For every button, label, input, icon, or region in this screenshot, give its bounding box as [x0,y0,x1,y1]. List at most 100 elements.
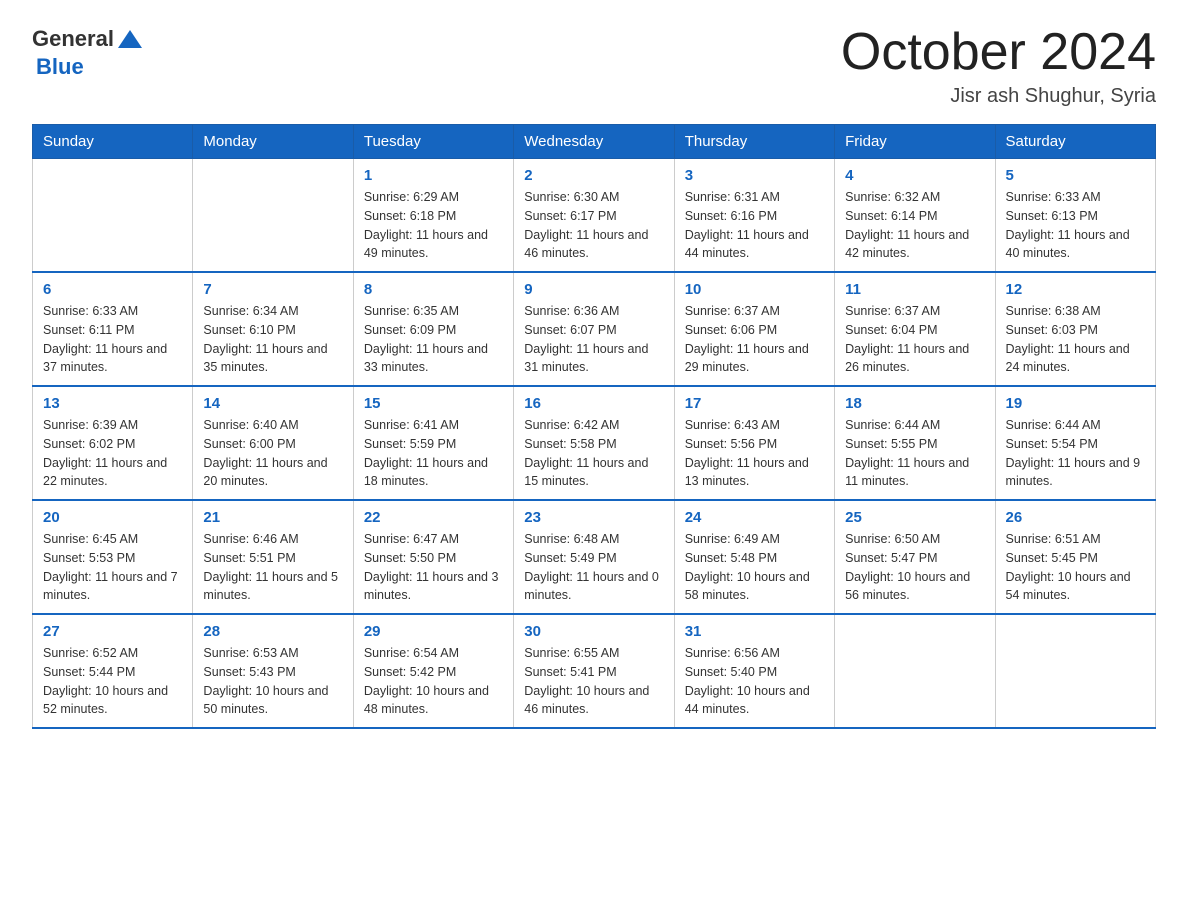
calendar-week-row: 6 Sunrise: 6:33 AMSunset: 6:11 PMDaylight… [33,272,1156,386]
calendar-cell: 20 Sunrise: 6:45 AMSunset: 5:53 PMDayligh… [33,500,193,614]
day-info: Sunrise: 6:38 AMSunset: 6:03 PMDaylight:… [1006,302,1145,377]
calendar-cell: 29Sunrise: 6:54 AMSunset: 5:42 PMDayligh… [353,614,513,728]
title-section: October 2024 Jisr ash Shughur, Syria [841,24,1156,108]
day-info: Sunrise: 6:33 AMSunset: 6:13 PMDaylight:… [1006,188,1145,263]
weekday-header-friday: Friday [835,125,995,159]
calendar-cell: 2Sunrise: 6:30 AMSunset: 6:17 PMDaylight… [514,159,674,273]
day-number: 25 [845,509,984,526]
day-number: 14 [203,395,342,412]
calendar-cell: 17Sunrise: 6:43 AMSunset: 5:56 PMDayligh… [674,386,834,500]
calendar-cell: 21 Sunrise: 6:46 AMSunset: 5:51 PMDayligh… [193,500,353,614]
calendar-cell: 5Sunrise: 6:33 AMSunset: 6:13 PMDaylight… [995,159,1155,273]
day-info: Sunrise: 6:55 AMSunset: 5:41 PMDaylight:… [524,644,663,719]
weekday-header-monday: Monday [193,125,353,159]
calendar-cell [193,159,353,273]
day-info: Sunrise: 6:44 AMSunset: 5:55 PMDaylight:… [845,416,984,491]
day-info: Sunrise: 6:49 AMSunset: 5:48 PMDaylight:… [685,530,824,605]
calendar-cell: 1 Sunrise: 6:29 AMSunset: 6:18 PMDaylight… [353,159,513,273]
day-info: Sunrise: 6:41 AMSunset: 5:59 PMDaylight:… [364,416,503,491]
calendar-cell: 28 Sunrise: 6:53 AMSunset: 5:43 PMDayligh… [193,614,353,728]
day-number: 19 [1006,395,1145,412]
calendar-body: 1 Sunrise: 6:29 AMSunset: 6:18 PMDaylight… [33,159,1156,729]
calendar-cell: 31 Sunrise: 6:56 AMSunset: 5:40 PMDayligh… [674,614,834,728]
day-info: Sunrise: 6:32 AMSunset: 6:14 PMDaylight:… [845,188,984,263]
day-info: Sunrise: 6:42 AMSunset: 5:58 PMDaylight:… [524,416,663,491]
day-info: Sunrise: 6:51 AMSunset: 5:45 PMDaylight:… [1006,530,1145,605]
calendar-cell [995,614,1155,728]
calendar-cell: 19 Sunrise: 6:44 AMSunset: 5:54 PMDayligh… [995,386,1155,500]
calendar-cell: 8Sunrise: 6:35 AMSunset: 6:09 PMDaylight… [353,272,513,386]
calendar-week-row: 1 Sunrise: 6:29 AMSunset: 6:18 PMDaylight… [33,159,1156,273]
day-number: 7 [203,281,342,298]
calendar-table: SundayMondayTuesdayWednesdayThursdayFrid… [32,124,1156,729]
day-info: Sunrise: 6:39 AMSunset: 6:02 PMDaylight:… [43,416,182,491]
day-number: 9 [524,281,663,298]
day-info: Sunrise: 6:36 AMSunset: 6:07 PMDaylight:… [524,302,663,377]
day-number: 24 [685,509,824,526]
day-number: 1 [364,167,503,184]
calendar-cell: 13Sunrise: 6:39 AMSunset: 6:02 PMDayligh… [33,386,193,500]
day-number: 16 [524,395,663,412]
day-info: Sunrise: 6:31 AMSunset: 6:16 PMDaylight:… [685,188,824,263]
calendar-cell: 18 Sunrise: 6:44 AMSunset: 5:55 PMDayligh… [835,386,995,500]
day-info: Sunrise: 6:37 AMSunset: 6:06 PMDaylight:… [685,302,824,377]
main-title: October 2024 [841,24,1156,81]
day-info: Sunrise: 6:50 AMSunset: 5:47 PMDaylight:… [845,530,984,605]
day-number: 21 [203,509,342,526]
day-info: Sunrise: 6:48 AMSunset: 5:49 PMDaylight:… [524,530,663,605]
day-info: Sunrise: 6:30 AMSunset: 6:17 PMDaylight:… [524,188,663,263]
calendar-cell: 30 Sunrise: 6:55 AMSunset: 5:41 PMDayligh… [514,614,674,728]
day-info: Sunrise: 6:46 AMSunset: 5:51 PMDaylight:… [203,530,342,605]
day-number: 3 [685,167,824,184]
day-info: Sunrise: 6:37 AMSunset: 6:04 PMDaylight:… [845,302,984,377]
calendar-cell: 9 Sunrise: 6:36 AMSunset: 6:07 PMDaylight… [514,272,674,386]
weekday-header-tuesday: Tuesday [353,125,513,159]
calendar-cell: 25 Sunrise: 6:50 AMSunset: 5:47 PMDayligh… [835,500,995,614]
weekday-header-thursday: Thursday [674,125,834,159]
day-number: 30 [524,623,663,640]
day-number: 15 [364,395,503,412]
calendar-cell: 4 Sunrise: 6:32 AMSunset: 6:14 PMDaylight… [835,159,995,273]
day-info: Sunrise: 6:47 AMSunset: 5:50 PMDaylight:… [364,530,503,605]
calendar-cell: 11 Sunrise: 6:37 AMSunset: 6:04 PMDayligh… [835,272,995,386]
day-info: Sunrise: 6:45 AMSunset: 5:53 PMDaylight:… [43,530,182,605]
calendar-cell: 23Sunrise: 6:48 AMSunset: 5:49 PMDayligh… [514,500,674,614]
page-header: General Blue October 2024 Jisr ash Shugh… [32,24,1156,108]
day-info: Sunrise: 6:44 AMSunset: 5:54 PMDaylight:… [1006,416,1145,491]
day-number: 28 [203,623,342,640]
day-number: 4 [845,167,984,184]
day-number: 17 [685,395,824,412]
day-number: 18 [845,395,984,412]
day-number: 31 [685,623,824,640]
calendar-cell: 10Sunrise: 6:37 AMSunset: 6:06 PMDayligh… [674,272,834,386]
day-number: 26 [1006,509,1145,526]
weekday-header-sunday: Sunday [33,125,193,159]
calendar-cell: 22 Sunrise: 6:47 AMSunset: 5:50 PMDayligh… [353,500,513,614]
day-info: Sunrise: 6:40 AMSunset: 6:00 PMDaylight:… [203,416,342,491]
day-info: Sunrise: 6:56 AMSunset: 5:40 PMDaylight:… [685,644,824,719]
day-number: 11 [845,281,984,298]
day-number: 8 [364,281,503,298]
calendar-cell [835,614,995,728]
day-number: 6 [43,281,182,298]
calendar-week-row: 27Sunrise: 6:52 AMSunset: 5:44 PMDayligh… [33,614,1156,728]
calendar-week-row: 13Sunrise: 6:39 AMSunset: 6:02 PMDayligh… [33,386,1156,500]
day-info: Sunrise: 6:29 AMSunset: 6:18 PMDaylight:… [364,188,503,263]
weekday-header-saturday: Saturday [995,125,1155,159]
calendar-cell: 14 Sunrise: 6:40 AMSunset: 6:00 PMDayligh… [193,386,353,500]
calendar-header: SundayMondayTuesdayWednesdayThursdayFrid… [33,125,1156,159]
calendar-cell: 26 Sunrise: 6:51 AMSunset: 5:45 PMDayligh… [995,500,1155,614]
day-number: 22 [364,509,503,526]
logo: General Blue [32,24,144,80]
calendar-cell: 3 Sunrise: 6:31 AMSunset: 6:16 PMDaylight… [674,159,834,273]
day-number: 20 [43,509,182,526]
logo-general-text: General [32,26,114,52]
calendar-week-row: 20 Sunrise: 6:45 AMSunset: 5:53 PMDayligh… [33,500,1156,614]
logo-blue-text: Blue [36,54,84,79]
day-info: Sunrise: 6:33 AMSunset: 6:11 PMDaylight:… [43,302,182,377]
logo-triangle-icon [116,26,144,54]
day-number: 27 [43,623,182,640]
calendar-cell: 16 Sunrise: 6:42 AMSunset: 5:58 PMDayligh… [514,386,674,500]
day-info: Sunrise: 6:53 AMSunset: 5:43 PMDaylight:… [203,644,342,719]
day-info: Sunrise: 6:34 AMSunset: 6:10 PMDaylight:… [203,302,342,377]
